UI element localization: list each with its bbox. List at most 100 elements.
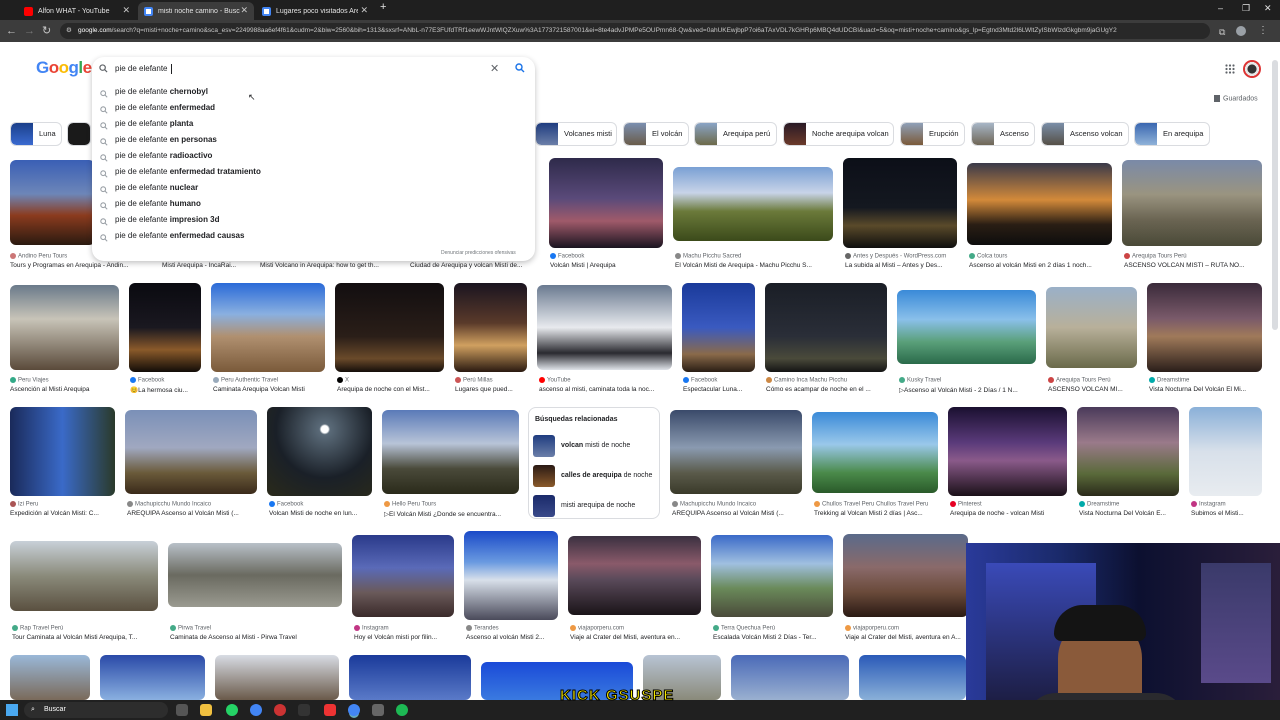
result-caption[interactable]: Ascenso al volcán Misti 2... (466, 634, 560, 641)
chip-arequipa-peru[interactable]: Arequipa perú (694, 122, 777, 146)
result-caption[interactable]: ascenso al misti, caminata toda la noc..… (539, 386, 671, 393)
result-image[interactable] (267, 407, 372, 496)
result-caption[interactable]: Caminata Arequipa Volcan Misti (213, 386, 325, 393)
result-image[interactable] (682, 283, 755, 372)
result-caption[interactable]: ASCENSO VOLCAN MI... (1048, 386, 1138, 393)
result-caption[interactable]: ▷Ascenso al Volcán Misti - 2 Días / 1 N.… (899, 386, 1037, 394)
result-image[interactable] (100, 655, 205, 700)
report-predictions-link[interactable]: Denunciar predicciones ofensivas (441, 250, 516, 256)
suggestion-item[interactable]: pie de elefante enfermedad (100, 100, 520, 116)
chip-en-arequipa[interactable]: En arequipa (1134, 122, 1210, 146)
result-caption[interactable]: Volcan Misti de noche en lun... (269, 510, 374, 517)
browser-menu-icon[interactable]: ⋮ (1258, 24, 1268, 38)
result-image[interactable] (673, 167, 833, 241)
chip-noche-arequipa-volcan[interactable]: Noche arequipa volcan (783, 122, 894, 146)
result-caption[interactable]: Escalada Volcán Misti 2 Días - Ter... (713, 634, 835, 641)
chrome-icon[interactable] (250, 704, 262, 716)
result-image[interactable] (948, 407, 1067, 496)
account-avatar[interactable] (1243, 60, 1261, 78)
app-icon[interactable] (274, 704, 286, 716)
obs-icon[interactable] (298, 704, 310, 716)
result-caption[interactable]: Tours y Programas en Arequipa - Andin... (10, 262, 148, 269)
result-caption[interactable]: ▷El Volcán Misti ¿Donde se encuentra... (384, 510, 521, 518)
result-caption[interactable]: Cómo es acampar de noche en el ... (766, 386, 888, 393)
result-caption[interactable]: Ciudad de Arequipa y volcan Misti de... (410, 262, 538, 269)
new-tab-button[interactable]: + (380, 1, 386, 13)
chip-el-volcan[interactable]: El volcán (623, 122, 689, 146)
suggestion-item[interactable]: pie de elefante enfermedad tratamiento (100, 164, 520, 180)
result-image[interactable] (765, 283, 887, 372)
result-caption[interactable]: Subimos el Misti... (1191, 510, 1263, 517)
result-image[interactable] (549, 158, 663, 248)
chip-ascenso-volcan[interactable]: Ascenso volcan (1041, 122, 1129, 146)
result-caption[interactable]: 😊La hermosa ciu... (130, 386, 202, 394)
result-image[interactable] (335, 283, 444, 372)
suggestion-item[interactable]: pie de elefante humano (100, 196, 520, 212)
minimize-button[interactable]: – (1218, 3, 1223, 13)
result-caption[interactable]: Arequipa de noche con el Mist... (337, 386, 445, 393)
result-image[interactable] (382, 410, 519, 494)
clear-search-icon[interactable]: ✕ (490, 62, 499, 75)
google-apps-icon[interactable] (1225, 64, 1235, 76)
task-view-icon[interactable] (176, 704, 188, 716)
search-input[interactable]: pie de elefante (115, 64, 168, 73)
result-caption[interactable]: ASCENSO VOLCAN MISTI – RUTA NO... (1124, 262, 1264, 269)
result-image[interactable] (1147, 283, 1262, 372)
result-caption[interactable]: Vista Nocturna Del Volcán El Mi... (1149, 386, 1264, 393)
result-caption[interactable]: Ascención al Misti Arequipa (10, 386, 122, 393)
result-caption[interactable]: Volcán Misti | Arequipa (550, 262, 662, 269)
suggestion-item[interactable]: pie de elefante impresion 3d (100, 212, 520, 228)
result-image[interactable] (211, 283, 325, 372)
result-caption[interactable]: Viaje al Crater del Misti, aventura en..… (570, 634, 703, 641)
result-caption[interactable]: Caminata de Ascenso al Misti - Pirwa Tra… (170, 634, 344, 641)
related-search-item[interactable]: volcan misti de noche (533, 435, 657, 457)
result-image[interactable] (10, 541, 158, 611)
close-tab-icon[interactable]: ✕ (122, 5, 130, 16)
whatsapp-icon[interactable] (226, 704, 238, 716)
result-image[interactable] (670, 410, 802, 494)
result-image[interactable] (349, 655, 471, 700)
result-caption[interactable]: Ascenso al volcán Misti en 2 días 1 noch… (969, 262, 1114, 269)
result-caption[interactable]: Misti Arequipa - IncaRai... (162, 262, 252, 269)
app-icon[interactable] (372, 704, 384, 716)
result-image[interactable] (1122, 160, 1262, 246)
chip-erupcion[interactable]: Erupción (900, 122, 965, 146)
result-image[interactable] (1077, 407, 1179, 496)
result-caption[interactable]: El Volcán Misti de Arequipa - Machu Picc… (675, 262, 830, 269)
profile-icon[interactable] (1236, 26, 1246, 36)
chip-ascenso[interactable]: Ascenso (971, 122, 1035, 146)
suggestion-item[interactable]: pie de elefante radioactivo (100, 148, 520, 164)
tab-lugares[interactable]: Lugares poco visitados Arequip ✕ (256, 2, 374, 20)
close-window-button[interactable]: ✕ (1264, 3, 1272, 14)
result-caption[interactable]: Arequipa de noche - volcan Misti (950, 510, 1068, 517)
result-image[interactable] (568, 536, 701, 615)
page-scrollbar[interactable] (1272, 60, 1278, 330)
result-caption[interactable]: Tour Caminata al Volcán Misti Arequipa, … (12, 634, 160, 641)
result-image[interactable] (352, 535, 454, 617)
result-image[interactable] (168, 543, 342, 607)
result-image[interactable] (967, 163, 1112, 245)
result-caption[interactable]: La subida al Misti – Antes y Des... (845, 262, 957, 269)
result-image[interactable] (10, 285, 119, 370)
chip-luna[interactable]: Luna (10, 122, 62, 146)
chip-thumbnail[interactable] (67, 122, 91, 146)
suggestion-item[interactable]: pie de elefante chernobyl (100, 84, 520, 100)
result-image[interactable] (812, 412, 938, 493)
result-image[interactable] (10, 407, 115, 496)
result-image[interactable] (843, 534, 968, 617)
result-image[interactable] (215, 655, 339, 700)
result-caption[interactable]: Lugares que pued... (455, 386, 527, 393)
google-logo[interactable]: Google (36, 58, 92, 78)
result-caption[interactable]: Espectacular Luna... (683, 386, 755, 393)
result-caption[interactable]: Misti Volcano in Arequipa: how to get th… (260, 262, 400, 269)
suggestion-item[interactable]: pie de elefante en personas (100, 132, 520, 148)
result-image[interactable] (897, 290, 1036, 364)
close-tab-icon[interactable]: ✕ (240, 5, 248, 16)
chip-volcanes-misti[interactable]: Volcanes misti (535, 122, 617, 146)
file-explorer-icon[interactable] (200, 704, 212, 716)
tab-google-search[interactable]: misti noche camino - Buscar co ✕ (138, 2, 254, 20)
search-submit-icon[interactable] (515, 63, 525, 75)
result-caption[interactable]: AREQUIPA Ascenso al Volcán Misti (... (127, 510, 259, 517)
result-image[interactable] (129, 283, 201, 372)
result-caption[interactable]: Hoy el Volcán misti por filin... (354, 634, 456, 641)
